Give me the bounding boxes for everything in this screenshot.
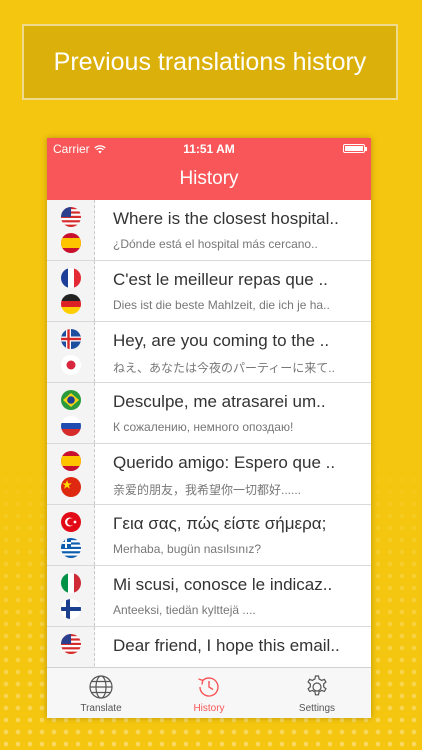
us-flag-icon [61, 207, 81, 227]
source-text: Γεια σας, πώς είστε σήμερα; [113, 514, 327, 533]
turkey-flag-icon [61, 512, 81, 532]
history-icon [198, 677, 219, 697]
china-flag-icon [61, 477, 81, 497]
russia-flag-icon [61, 416, 81, 436]
spain-flag-icon [61, 451, 81, 471]
translated-text: ねえ、あなたは今夜のパーティーに来て.. [113, 361, 335, 375]
tab-translate[interactable]: Translate [47, 668, 155, 718]
japan-flag-icon [61, 355, 81, 375]
translated-text: 亲爱的朋友，我希望你一切都好...... [113, 483, 302, 497]
flag-column [47, 566, 95, 626]
history-item[interactable]: C'est le meilleur repas que .. Dies ist … [47, 261, 371, 322]
tab-bar: Translate History Settings [47, 667, 371, 718]
history-item[interactable]: Hey, are you coming to the .. ねえ、あなたは今夜の… [47, 322, 371, 383]
flag-column [47, 322, 95, 382]
tab-history[interactable]: History [155, 668, 263, 718]
promo-banner: Previous translations history [22, 24, 398, 100]
history-item[interactable]: Mi scusi, conosce le indicaz.. Anteeksi,… [47, 566, 371, 627]
history-item[interactable]: Desculpe, me atrasarei um.. К сожалению,… [47, 383, 371, 444]
source-text: Dear friend, I hope this email.. [113, 636, 340, 655]
banner-text: Previous translations history [53, 47, 367, 76]
gear-icon [307, 675, 327, 696]
page-title: History [179, 168, 239, 189]
battery-icon [343, 144, 367, 153]
translated-text: К сожалению, немного опоздаю! [113, 420, 294, 434]
tab-label: History [193, 703, 225, 714]
translated-text: ¿Dónde está el hospital más cercano.. [113, 237, 318, 251]
us-flag-icon [61, 634, 81, 654]
flag-column [47, 261, 95, 321]
source-text: Desculpe, me atrasarei um.. [113, 392, 326, 411]
germany-flag-icon [61, 294, 81, 314]
translated-text: Dies ist die beste Mahlzeit, die ich je … [113, 298, 330, 312]
history-item[interactable]: Querido amigo: Espero que .. 亲爱的朋友，我希望你一… [47, 444, 371, 505]
iceland-flag-icon [61, 329, 81, 349]
globe-icon [89, 675, 113, 699]
tab-label: Translate [80, 703, 122, 714]
history-item[interactable]: Dear friend, I hope this email.. [47, 627, 371, 668]
status-time: 11:51 AM [183, 142, 235, 156]
nav-header: Carrier 11:51 AM History [47, 138, 371, 200]
flag-column [47, 383, 95, 443]
status-bar: Carrier 11:51 AM [47, 138, 371, 160]
phone-screen: Carrier 11:51 AM History Where is the cl… [47, 138, 371, 718]
france-flag-icon [61, 268, 81, 288]
source-text: Hey, are you coming to the .. [113, 331, 330, 350]
source-text: C'est le meilleur repas que .. [113, 270, 328, 289]
greece-flag-icon [61, 538, 81, 558]
tab-label: Settings [298, 703, 336, 714]
finland-flag-icon [61, 599, 81, 619]
flag-column [47, 627, 95, 668]
translated-text: Merhaba, bugün nasılsınız? [113, 542, 262, 556]
italy-flag-icon [61, 573, 81, 593]
history-list[interactable]: Where is the closest hospital.. ¿Dónde e… [47, 200, 371, 668]
source-text: Mi scusi, conosce le indicaz.. [113, 575, 333, 594]
source-text: Where is the closest hospital.. [113, 209, 339, 228]
source-text: Querido amigo: Espero que .. [113, 453, 336, 472]
flag-column [47, 505, 95, 565]
flag-column [47, 444, 95, 504]
spain-flag-icon [61, 233, 81, 253]
brazil-flag-icon [61, 390, 81, 410]
flag-column [47, 200, 95, 260]
history-item[interactable]: Γεια σας, πώς είστε σήμερα; Merhaba, bug… [47, 505, 371, 566]
translated-text: Anteeksi, tiedän kylttejä .... [113, 603, 256, 617]
history-item[interactable]: Where is the closest hospital.. ¿Dónde e… [47, 200, 371, 261]
tab-settings[interactable]: Settings [263, 668, 371, 718]
